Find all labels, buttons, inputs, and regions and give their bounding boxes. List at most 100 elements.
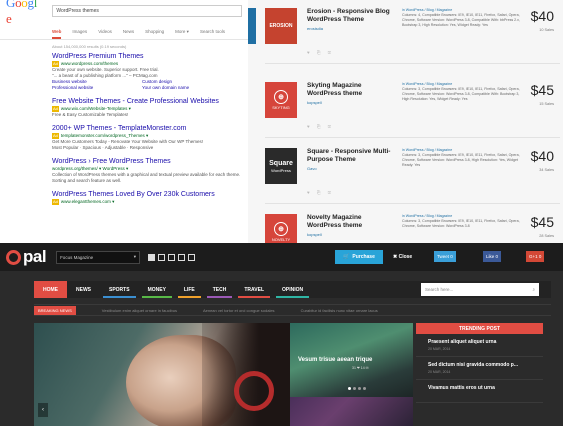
result-url: Ad www.elegantthemes.com ▾	[52, 199, 115, 205]
search-icon[interactable]: ⌕	[532, 287, 535, 292]
demo-site-preview: HOME NEWS SPORTS MONEY LIFE TECH TRAVEL …	[0, 271, 563, 426]
result-title-link[interactable]: Free Website Themes - Create Professiona…	[52, 97, 248, 106]
listing-action-icons[interactable]: ♥ ⎘ ✉	[307, 50, 334, 55]
divider	[265, 137, 560, 138]
feature-meta: 31 ❤ 14 ✉	[352, 366, 369, 370]
trending-date: 20 MAR, 2014	[428, 370, 451, 374]
theme-listing[interactable]: ⊕ SKYTING Skyting Magazine WordPress them…	[265, 82, 560, 138]
result-sitelinks: Business website Custom design Professio…	[52, 79, 248, 91]
like-button[interactable]: Like 0	[483, 251, 502, 262]
headphones	[234, 371, 274, 411]
theme-title[interactable]: Novelty Magazine WordPress theme	[307, 214, 395, 230]
phone-icon[interactable]	[188, 253, 196, 261]
search-result: Free Website Themes - Create Professiona…	[52, 97, 248, 118]
theme-select[interactable]: Focus Magazine ▾	[56, 250, 141, 264]
tab-search-tools[interactable]: Search tools	[200, 29, 225, 39]
sitelink[interactable]: Your own domain name	[142, 85, 232, 91]
chevron-down-icon: ▾	[133, 254, 137, 259]
theme-thumbnail[interactable]: Square WordPress	[265, 148, 297, 184]
nav-item-home[interactable]: HOME	[34, 281, 67, 298]
featured-slider-image[interactable]	[34, 323, 290, 426]
theme-title[interactable]: Skyting Magazine WordPress theme	[307, 82, 395, 98]
tab-news[interactable]: News	[123, 29, 134, 39]
opal-logo[interactable]: pal	[6, 247, 47, 267]
ticker-item[interactable]: Curabitur id facilisis nunc vitae ornare…	[301, 308, 378, 313]
site-search-input[interactable]: Search here... ⌕	[421, 283, 539, 296]
theme-thumbnail[interactable]: ⊕ NOVELTY	[265, 214, 297, 243]
google-logo[interactable]: Google	[6, 0, 42, 27]
breaking-news-ticker: BREAKING NEWS Vestibulum enim aliquet or…	[34, 304, 551, 316]
nav-item-life[interactable]: LIFE	[175, 281, 204, 298]
laptop-icon[interactable]	[158, 253, 166, 261]
google-plus-button[interactable]: G+1 0	[526, 251, 545, 262]
result-title-link[interactable]: 2000+ WP Themes - TemplateMonster.com	[52, 124, 248, 133]
slider-dot[interactable]	[363, 387, 366, 390]
google-header: Google WordPress themes	[0, 0, 248, 26]
theme-author[interactable]: Gavo	[307, 166, 317, 171]
feature-card-secondary[interactable]	[290, 397, 413, 426]
tab-images[interactable]: Images	[72, 29, 87, 39]
ticker-item[interactable]: Vestibulum enim aliquet ornare in faucib…	[102, 308, 177, 313]
trending-title[interactable]: Praesent aliquet aliquet urna	[428, 339, 543, 345]
sitelink[interactable]: Professional website	[52, 85, 142, 91]
tab-more[interactable]: More ▾	[175, 29, 189, 39]
result-stats: About 154,000,000 results (0.19 seconds)	[52, 44, 127, 49]
trending-item[interactable]: Praesent aliquet aliquet urna 20 MAR, 20…	[416, 334, 543, 357]
nav-item-news[interactable]: NEWS	[67, 281, 100, 298]
slider-prev-arrow[interactable]: ‹	[38, 403, 48, 417]
theme-author[interactable]: erosisdia	[307, 26, 323, 31]
trending-item[interactable]: Sed dictum nisi gravida commodo p... 20 …	[416, 357, 543, 380]
theme-price: $40	[530, 148, 554, 164]
result-title-link[interactable]: WordPress Premium Themes	[52, 52, 248, 61]
result-title-link[interactable]: WordPress › Free WordPress Themes	[52, 157, 248, 166]
theme-listing[interactable]: EROSION Erosion - Responsive Blog WordPr…	[265, 8, 560, 64]
slider-dot[interactable]	[348, 387, 351, 390]
trending-item[interactable]: Vivamus mattis eros ut urna	[416, 380, 543, 403]
search-input[interactable]: WordPress themes	[52, 5, 242, 17]
tablet-portrait-icon[interactable]	[178, 253, 186, 261]
main-nav: HOME NEWS SPORTS MONEY LIFE TECH TRAVEL …	[34, 281, 551, 298]
theme-sales: 10 Sales	[539, 28, 554, 32]
close-button[interactable]: ✖ Close	[393, 250, 412, 264]
result-title-link[interactable]: WordPress Themes Loved By Over 230k Cust…	[52, 190, 248, 199]
nav-item-travel[interactable]: TRAVEL	[235, 281, 273, 298]
tweet-button[interactable]: Tweet 0	[434, 251, 456, 262]
listing-action-icons[interactable]: ♥ ⎘ ✉	[307, 124, 334, 129]
cart-icon: 🛒	[343, 254, 350, 260]
slider-dot[interactable]	[353, 387, 356, 390]
theme-author[interactable]: kopspell	[307, 232, 322, 237]
trending-date: 20 MAR, 2014	[428, 347, 451, 351]
theme-title[interactable]: Square - Responsive Multi-Purpose Theme	[307, 148, 395, 164]
tab-videos[interactable]: Videos	[98, 29, 112, 39]
theme-title[interactable]: Erosion - Responsive Blog WordPress Them…	[307, 8, 395, 24]
theme-listing[interactable]: ⊕ NOVELTY Novelty Magazine WordPress them…	[265, 214, 560, 243]
theme-listing[interactable]: Square WordPress Square - Responsive Mult…	[265, 148, 560, 204]
trending-title[interactable]: Vivamus mattis eros ut urna	[428, 385, 543, 391]
google-search-panel: Google WordPress themes Web Images Video…	[0, 0, 248, 243]
nav-item-opinion[interactable]: OPINION	[273, 281, 312, 298]
theme-thumbnail[interactable]: EROSION	[265, 8, 297, 44]
tablet-landscape-icon[interactable]	[168, 253, 176, 261]
purchase-button[interactable]: 🛒 Purchase	[335, 250, 383, 264]
demo-toolbar: pal Focus Magazine ▾ 🛒 Purchase ✖ Close Tw…	[0, 243, 563, 271]
theme-author[interactable]: kopspell	[307, 100, 322, 105]
nav-item-sports[interactable]: SPORTS	[100, 281, 139, 298]
desktop-icon[interactable]	[148, 253, 156, 261]
search-result: WordPress Premium Themes Ad www.wordpress…	[52, 52, 248, 91]
listing-action-icons[interactable]: ♥ ⎘ ✉	[307, 190, 334, 195]
tab-web[interactable]: Web	[52, 29, 62, 39]
result-snippet: Get More Customers Today - Renovate Your…	[52, 139, 203, 150]
trending-posts: TRENDING POST Praesent aliquet aliquet u…	[416, 323, 543, 426]
nav-item-money[interactable]: MONEY	[139, 281, 175, 298]
search-result: WordPress › Free WordPress Themes wordpr…	[52, 157, 248, 184]
feature-caption[interactable]: Vesum trisue aeean trique	[298, 357, 372, 363]
accent-bar	[248, 8, 256, 44]
tab-shopping[interactable]: Shopping	[145, 29, 164, 39]
theme-thumbnail[interactable]: ⊕ SKYTING	[265, 82, 297, 118]
result-snippet: Free & Easy Customizable Templates!	[52, 112, 129, 117]
trending-title[interactable]: Sed dictum nisi gravida commodo p...	[428, 362, 543, 368]
ticker-item[interactable]: Aenean vel tortor et orci congue sodales	[203, 308, 275, 313]
slider-dot[interactable]	[358, 387, 361, 390]
feature-card[interactable]: Vesum trisue aeean trique 31 ❤ 14 ✉	[290, 323, 413, 397]
nav-item-tech[interactable]: TECH	[204, 281, 236, 298]
